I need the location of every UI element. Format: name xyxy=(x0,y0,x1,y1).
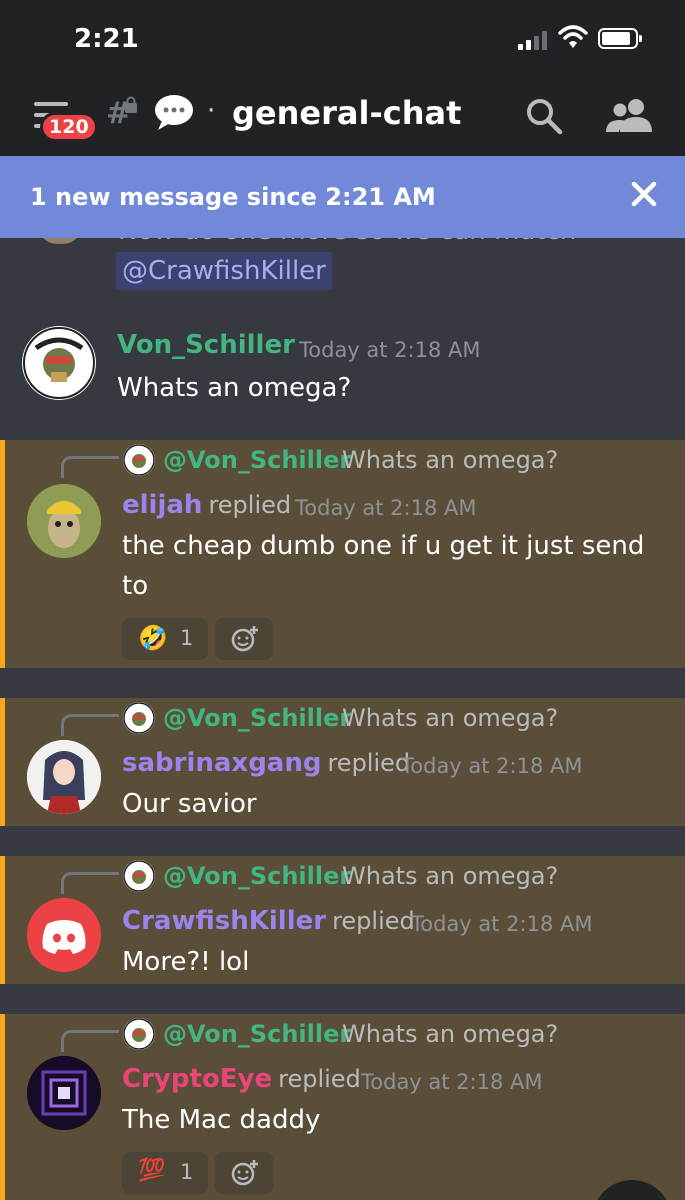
message: @Von_Schiller Whats an omega? sabrinaxga… xyxy=(0,698,685,826)
reply-mention[interactable]: @Von_Schiller xyxy=(163,446,351,474)
avatar[interactable] xyxy=(27,898,101,972)
reply-mention[interactable]: @Von_Schiller xyxy=(163,1020,351,1048)
reaction-count: 1 xyxy=(180,1160,194,1184)
hundred-points-emoji-icon: 💯 xyxy=(138,1158,166,1183)
message: Von_Schiller Today at 2:18 AM Whats an o… xyxy=(0,318,685,438)
message: @Von_Schiller Whats an omega? elijah repl… xyxy=(0,440,685,668)
discord-logo-icon xyxy=(27,898,101,972)
timestamp: Today at 2:18 AM xyxy=(361,1070,543,1094)
reply-mention[interactable]: @Von_Schiller xyxy=(163,704,351,732)
reply-avatar xyxy=(123,1018,155,1050)
timestamp: Today at 2:18 AM xyxy=(411,912,593,936)
timestamp: Today at 2:18 AM xyxy=(299,338,481,362)
members-icon[interactable] xyxy=(606,98,654,134)
message-text: More?! lol xyxy=(122,947,250,977)
reply-avatar xyxy=(123,702,155,734)
separator-dot: · xyxy=(207,96,216,126)
reply-connector xyxy=(61,714,119,736)
avatar[interactable] xyxy=(22,326,96,400)
new-messages-text: 1 new message since 2:21 AM xyxy=(30,183,436,211)
username[interactable]: elijah replied xyxy=(122,490,291,520)
reaction-count: 1 xyxy=(180,626,194,650)
cellular-signal-icon xyxy=(518,30,550,50)
timestamp: Today at 2:18 AM xyxy=(401,754,583,778)
message: @Von_Schiller Whats an omega? CryptoEye r… xyxy=(0,1014,685,1200)
add-reaction-button[interactable] xyxy=(215,618,273,660)
add-reaction-button[interactable] xyxy=(215,1152,273,1194)
search-icon[interactable] xyxy=(524,96,564,136)
add-reaction-icon xyxy=(231,626,258,652)
reply-avatar xyxy=(123,860,155,892)
message: @Von_Schiller Whats an omega? CrawfishKi… xyxy=(0,856,685,984)
reply-avatar xyxy=(123,444,155,476)
top-bar: 2:21 120 # · general-chat xyxy=(0,0,685,158)
reply-connector xyxy=(61,872,119,894)
discord-app: 2:21 120 # · general-chat @CrawfishKille… xyxy=(0,0,685,1200)
message-text: Whats an omega? xyxy=(117,373,352,403)
reply-preview[interactable]: Whats an omega? xyxy=(342,446,558,474)
reply-preview[interactable]: Whats an omega? xyxy=(342,1020,558,1048)
reply-mention[interactable]: @Von_Schiller xyxy=(163,862,351,890)
username[interactable]: CryptoEye replied xyxy=(122,1064,361,1094)
reaction-button[interactable]: 💯 1 xyxy=(122,1152,208,1194)
add-reaction-icon xyxy=(231,1160,258,1186)
status-time: 2:21 xyxy=(74,24,139,54)
username[interactable]: sabrinaxgang replied xyxy=(122,748,410,778)
rofl-emoji-icon: 🤣 xyxy=(138,624,168,652)
channel-title[interactable]: general-chat xyxy=(232,94,461,132)
reply-connector xyxy=(61,1030,119,1052)
reply-preview[interactable]: Whats an omega? xyxy=(342,862,558,890)
notification-badge: 120 xyxy=(40,112,98,142)
battery-icon xyxy=(598,28,642,49)
speech-bubble-icon xyxy=(155,95,193,130)
reply-preview[interactable]: Whats an omega? xyxy=(342,704,558,732)
username[interactable]: Von_Schiller xyxy=(117,330,295,360)
wifi-icon xyxy=(558,25,588,48)
avatar[interactable] xyxy=(27,1056,101,1130)
lock-icon xyxy=(125,96,137,113)
close-icon[interactable] xyxy=(626,176,662,212)
message-text: Our savior xyxy=(122,789,257,819)
user-mention[interactable]: @CrawfishKiller xyxy=(116,252,332,290)
reply-connector xyxy=(61,456,119,478)
avatar[interactable] xyxy=(27,740,101,814)
menu-button[interactable]: 120 xyxy=(28,92,98,146)
username[interactable]: CrawfishKiller replied xyxy=(122,906,415,936)
avatar[interactable] xyxy=(27,484,101,558)
timestamp: Today at 2:18 AM xyxy=(295,496,477,520)
reaction-button[interactable]: 🤣 1 xyxy=(122,618,208,660)
message-text: The Mac daddy xyxy=(122,1105,321,1135)
new-messages-banner[interactable]: 1 new message since 2:21 AM xyxy=(0,156,685,238)
